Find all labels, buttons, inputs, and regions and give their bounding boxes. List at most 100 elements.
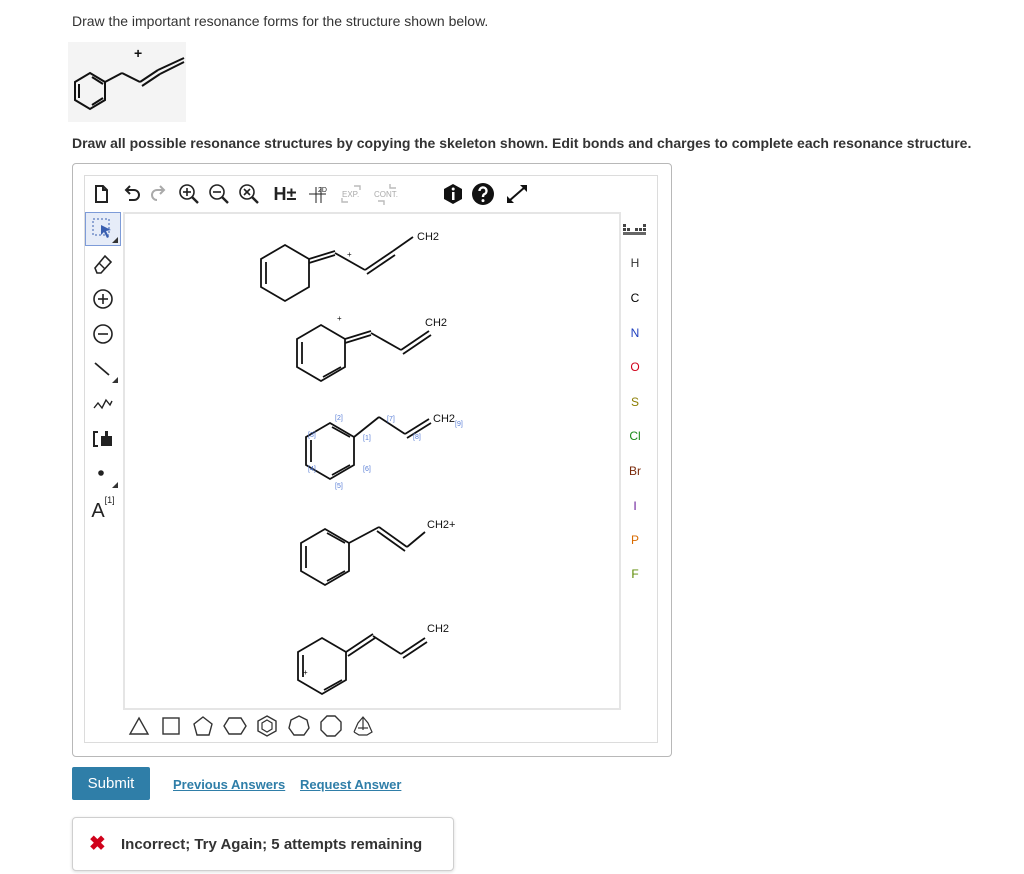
cyclohexane-button[interactable] bbox=[221, 712, 249, 740]
triangle-icon bbox=[128, 716, 150, 735]
clean-2d-button[interactable]: 2D bbox=[306, 180, 332, 208]
toggle-hydrogens-button[interactable]: H± bbox=[268, 180, 302, 208]
contract-abbreviations-button[interactable]: CONT. bbox=[372, 180, 402, 208]
charge-label: + bbox=[303, 668, 308, 677]
eraser-icon bbox=[94, 254, 113, 274]
ch2-label: CH2 bbox=[433, 413, 455, 425]
previous-answers-link[interactable]: Previous Answers bbox=[173, 777, 285, 792]
prompt-structure-drawing: + bbox=[74, 45, 185, 111]
ch2-label: CH2 bbox=[427, 623, 449, 635]
feedback-box: ✖ Incorrect; Try Again; 5 attempts remai… bbox=[72, 817, 454, 871]
atom-map-label: [5] bbox=[335, 483, 343, 490]
periodic-table-button[interactable] bbox=[620, 214, 650, 244]
element-p-button[interactable]: P bbox=[620, 525, 650, 555]
help-button[interactable] bbox=[470, 180, 496, 208]
x-icon: ✖ bbox=[89, 833, 106, 855]
cycloheptane-button[interactable] bbox=[285, 712, 313, 740]
atom-map-index: [1] bbox=[104, 495, 115, 505]
zoom-out-icon bbox=[209, 184, 229, 204]
element-n-button[interactable]: N bbox=[620, 318, 650, 348]
cyclopropane-button[interactable] bbox=[125, 712, 153, 740]
resonance-structure[interactable] bbox=[260, 236, 414, 303]
atom-map-label: [6] bbox=[363, 466, 371, 473]
square-icon bbox=[162, 717, 180, 735]
fullscreen-button[interactable] bbox=[504, 180, 530, 208]
negative-charge-tool[interactable] bbox=[86, 318, 120, 350]
redo-icon bbox=[151, 185, 166, 201]
undo-icon bbox=[124, 185, 140, 201]
bracket-tool[interactable] bbox=[86, 423, 120, 455]
new-document-icon bbox=[95, 185, 108, 203]
resonance-structure[interactable] bbox=[296, 323, 432, 383]
info-button[interactable] bbox=[440, 180, 466, 208]
element-br-button[interactable]: Br bbox=[620, 456, 650, 486]
cyclopentane-button[interactable] bbox=[189, 712, 217, 740]
periodic-table-icon bbox=[623, 224, 646, 235]
ch2-label: CH2 bbox=[425, 317, 447, 329]
zoom-out-button[interactable] bbox=[206, 180, 232, 208]
zoom-in-icon bbox=[179, 184, 199, 204]
question-directions: Draw all possible resonance structures b… bbox=[72, 135, 972, 151]
ring-template-toolbar bbox=[125, 712, 405, 742]
charge-label: + bbox=[347, 250, 352, 259]
question-instruction: Draw the important resonance forms for t… bbox=[72, 13, 489, 29]
new-document-button[interactable] bbox=[88, 180, 114, 208]
atom-map-label: [9] bbox=[455, 421, 463, 428]
benzene-button[interactable] bbox=[253, 712, 281, 740]
feedback-message: Incorrect; Try Again; 5 attempts remaini… bbox=[121, 836, 423, 853]
minus-circle-icon bbox=[93, 324, 113, 344]
charge-label: + bbox=[337, 314, 342, 323]
atom-map-label: [8] bbox=[413, 434, 421, 441]
element-o-button[interactable]: O bbox=[620, 352, 650, 382]
atom-map-letter: A bbox=[91, 499, 105, 522]
atom-map-label: [3] bbox=[308, 432, 316, 439]
expand-arrows-icon bbox=[507, 185, 527, 203]
help-icon bbox=[472, 183, 494, 205]
expand-icon: EXP. bbox=[341, 185, 361, 203]
plus-circle-icon bbox=[93, 289, 113, 309]
resonance-structure[interactable] bbox=[297, 633, 428, 696]
contract-label: CONT. bbox=[374, 190, 398, 199]
element-s-button[interactable]: S bbox=[620, 387, 650, 417]
undo-button[interactable] bbox=[118, 180, 144, 208]
element-h-button[interactable]: H bbox=[620, 248, 650, 278]
element-i-button[interactable]: I bbox=[620, 491, 650, 521]
erase-tool[interactable] bbox=[86, 248, 120, 280]
select-tool[interactable] bbox=[85, 212, 121, 246]
clean-2d-label: 2D bbox=[318, 187, 327, 194]
atom-map-tool[interactable]: A [1] bbox=[86, 491, 120, 523]
cyclooctane-button[interactable] bbox=[317, 712, 345, 740]
prompt-structure-image: + bbox=[68, 42, 186, 122]
ch2-plus-label: CH2+ bbox=[427, 519, 455, 531]
hexagon-icon bbox=[223, 717, 247, 735]
contract-icon: CONT. bbox=[374, 184, 398, 205]
request-answer-link[interactable]: Request Answer bbox=[300, 777, 401, 792]
element-c-button[interactable]: C bbox=[620, 283, 650, 313]
chain-tool[interactable] bbox=[86, 388, 120, 420]
atom-map-label: [2] bbox=[335, 415, 343, 422]
bicyclic-template-button[interactable] bbox=[349, 712, 377, 740]
drawing-canvas[interactable]: CH2 + CH2 + CH2 CH2+ CH2 + [1] [2] [3] [… bbox=[123, 212, 621, 710]
submit-button[interactable]: Submit bbox=[72, 767, 150, 800]
prompt-charge: + bbox=[134, 45, 142, 61]
redo-button[interactable] bbox=[146, 180, 172, 208]
bond-tool[interactable] bbox=[86, 353, 120, 385]
element-cl-button[interactable]: Cl bbox=[620, 421, 650, 451]
resonance-structure[interactable] bbox=[300, 526, 426, 587]
bicyclic-icon bbox=[353, 716, 373, 736]
submenu-corner-icon bbox=[112, 237, 118, 243]
radical-tool[interactable] bbox=[86, 458, 120, 490]
element-toolbar: H C N O S Cl Br I P F bbox=[620, 212, 650, 592]
cyclobutane-button[interactable] bbox=[157, 712, 185, 740]
canvas-drawing: CH2 + CH2 + CH2 CH2+ CH2 + [1] [2] [3] [… bbox=[260, 231, 463, 696]
expand-abbreviations-button[interactable]: EXP. bbox=[338, 180, 368, 208]
element-f-button[interactable]: F bbox=[620, 559, 650, 589]
zoom-reset-button[interactable] bbox=[236, 180, 262, 208]
submenu-corner-icon bbox=[112, 377, 118, 383]
zoom-reset-icon bbox=[239, 184, 259, 204]
zoom-in-button[interactable] bbox=[176, 180, 202, 208]
chain-zigzag-icon bbox=[93, 398, 113, 410]
positive-charge-tool[interactable] bbox=[86, 283, 120, 315]
pentagon-icon bbox=[193, 716, 213, 736]
info-hexagon-icon bbox=[444, 184, 462, 204]
